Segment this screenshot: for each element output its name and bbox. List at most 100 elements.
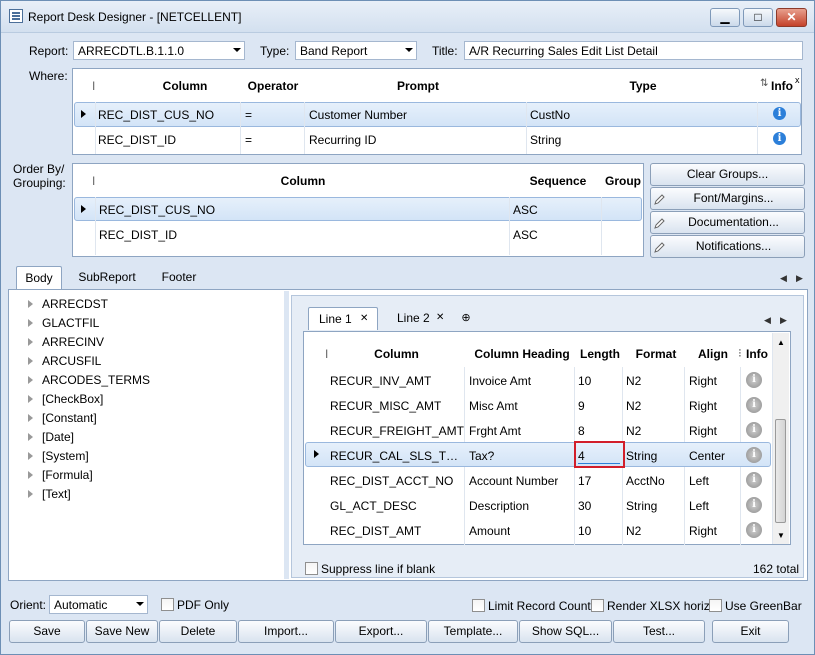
type-select[interactable]: Band Report: [295, 41, 417, 60]
tab-line-1[interactable]: Line 1 ✕: [308, 307, 378, 330]
line-col-format[interactable]: Format: [626, 347, 686, 361]
render-xlsx-checkbox[interactable]: [591, 599, 604, 612]
line-row-column[interactable]: RECUR_INV_AMT: [330, 374, 431, 388]
scrollbar-thumb[interactable]: [775, 419, 786, 523]
scroll-left-icon[interactable]: ◀: [780, 273, 787, 284]
info-icon[interactable]: i: [746, 522, 762, 538]
tree-item[interactable]: [Text]: [28, 485, 71, 504]
minimize-button[interactable]: ▁: [710, 8, 740, 27]
line-row-column[interactable]: REC_DIST_AMT: [330, 524, 421, 538]
where-row-column[interactable]: REC_DIST_CUS_NO: [98, 108, 214, 122]
notifications-button[interactable]: Notifications...: [650, 235, 805, 258]
line-col-length[interactable]: Length: [574, 347, 626, 361]
info-icon[interactable]: i: [773, 132, 786, 145]
maximize-button[interactable]: □: [743, 8, 773, 27]
where-row-column[interactable]: REC_DIST_ID: [98, 133, 176, 147]
report-select[interactable]: ARRECDTL.B.1.1.0: [73, 41, 245, 60]
show-sql-button[interactable]: Show SQL...: [519, 620, 612, 643]
tab-footer[interactable]: Footer: [151, 266, 207, 289]
line-row-format[interactable]: String: [626, 499, 657, 513]
line-col-align[interactable]: Align: [686, 347, 740, 361]
order-row-column[interactable]: REC_DIST_ID: [99, 228, 177, 242]
tree-item[interactable]: ARCUSFIL: [28, 352, 101, 371]
expand-icon[interactable]: [28, 470, 33, 479]
line-row-align[interactable]: Left: [689, 499, 709, 513]
where-col-operator[interactable]: Operator: [243, 79, 303, 93]
line-row-align[interactable]: Right: [689, 424, 717, 438]
line-row-align[interactable]: Right: [689, 374, 717, 388]
line-col-column[interactable]: Column: [334, 347, 459, 361]
tab-subreport[interactable]: SubReport: [69, 266, 145, 289]
info-icon[interactable]: i: [746, 372, 762, 388]
info-icon[interactable]: i: [746, 447, 762, 463]
splitter[interactable]: [284, 291, 289, 579]
line-row-heading[interactable]: Invoice Amt: [469, 374, 531, 388]
where-col-info[interactable]: Info: [771, 79, 793, 93]
expand-icon[interactable]: [28, 318, 33, 327]
expand-icon[interactable]: [28, 394, 33, 403]
line-row-heading[interactable]: Description: [469, 499, 529, 513]
line-row-column[interactable]: RECUR_MISC_AMT: [330, 399, 441, 413]
save-new-button[interactable]: Save New: [86, 620, 158, 643]
line-row-length[interactable]: 30: [578, 499, 591, 513]
tree-item[interactable]: GLACTFIL: [28, 314, 99, 333]
scroll-up-icon[interactable]: ▲: [777, 338, 785, 347]
save-button[interactable]: Save: [9, 620, 85, 643]
line-row-format[interactable]: N2: [626, 424, 641, 438]
line-row-column[interactable]: REC_DIST_ACCT_NO: [330, 474, 453, 488]
info-icon[interactable]: i: [746, 472, 762, 488]
tree-item[interactable]: ARCODES_TERMS: [28, 371, 150, 390]
order-col-column[interactable]: Column: [103, 174, 503, 188]
add-tab-icon[interactable]: ⊕: [457, 307, 475, 330]
clear-groups-button[interactable]: Clear Groups...: [650, 163, 805, 186]
order-row-sequence[interactable]: ASC: [513, 228, 538, 242]
expand-icon[interactable]: [28, 413, 33, 422]
expand-icon[interactable]: [28, 432, 33, 441]
tree-item[interactable]: ARRECDST: [28, 295, 108, 314]
line-row-column[interactable]: RECUR_CAL_SLS_TX_...: [330, 449, 463, 463]
where-col-column[interactable]: Column: [125, 79, 245, 93]
order-col-group[interactable]: Group: [603, 174, 643, 188]
where-row-prompt[interactable]: Customer Number: [309, 108, 407, 122]
line-col-heading[interactable]: Column Heading: [470, 347, 574, 361]
info-icon[interactable]: i: [746, 497, 762, 513]
line-row-heading[interactable]: Amount: [469, 524, 510, 538]
export-button[interactable]: Export...: [335, 620, 427, 643]
documentation-button[interactable]: Documentation...: [650, 211, 805, 234]
pdf-only-checkbox[interactable]: [161, 598, 174, 611]
line-row-format[interactable]: N2: [626, 399, 641, 413]
line-row-length[interactable]: 9: [578, 399, 585, 413]
line-row-length[interactable]: 10: [578, 524, 591, 538]
line-row-format[interactable]: N2: [626, 524, 641, 538]
line-row-column[interactable]: GL_ACT_DESC: [330, 499, 417, 513]
order-row-sequence[interactable]: ASC: [513, 203, 538, 217]
template-button[interactable]: Template...: [428, 620, 518, 643]
font-margins-button[interactable]: Font/Margins...: [650, 187, 805, 210]
scroll-down-icon[interactable]: ▼: [777, 531, 785, 540]
tree-item[interactable]: [Formula]: [28, 466, 93, 485]
line-row-format[interactable]: AcctNo: [626, 474, 665, 488]
expand-icon[interactable]: [28, 299, 33, 308]
where-row-type[interactable]: CustNo: [530, 108, 570, 122]
delete-button[interactable]: Delete: [159, 620, 237, 643]
tree-item[interactable]: [Constant]: [28, 409, 97, 428]
order-row-column[interactable]: REC_DIST_CUS_NO: [99, 203, 215, 217]
expand-icon[interactable]: [28, 451, 33, 460]
line-row-align[interactable]: Right: [689, 524, 717, 538]
line-row-heading[interactable]: Account Number: [469, 474, 558, 488]
where-row-prompt[interactable]: Recurring ID: [309, 133, 376, 147]
line-row-length[interactable]: 8: [578, 424, 585, 438]
info-icon[interactable]: i: [746, 422, 762, 438]
use-greenbar-checkbox[interactable]: [709, 599, 722, 612]
line-col-info[interactable]: Info: [745, 347, 769, 361]
line-row-align[interactable]: Center: [689, 449, 725, 463]
line-row-format[interactable]: N2: [626, 374, 641, 388]
line-row-length[interactable]: 10: [578, 374, 591, 388]
tree-item[interactable]: ARRECINV: [28, 333, 104, 352]
tab-line-2[interactable]: Line 2 ✕: [387, 307, 457, 330]
info-icon[interactable]: i: [773, 107, 786, 120]
tree-item[interactable]: [System]: [28, 447, 89, 466]
exit-button[interactable]: Exit: [712, 620, 789, 643]
where-row-type[interactable]: String: [530, 133, 561, 147]
scroll-right-icon[interactable]: ▶: [780, 315, 787, 326]
